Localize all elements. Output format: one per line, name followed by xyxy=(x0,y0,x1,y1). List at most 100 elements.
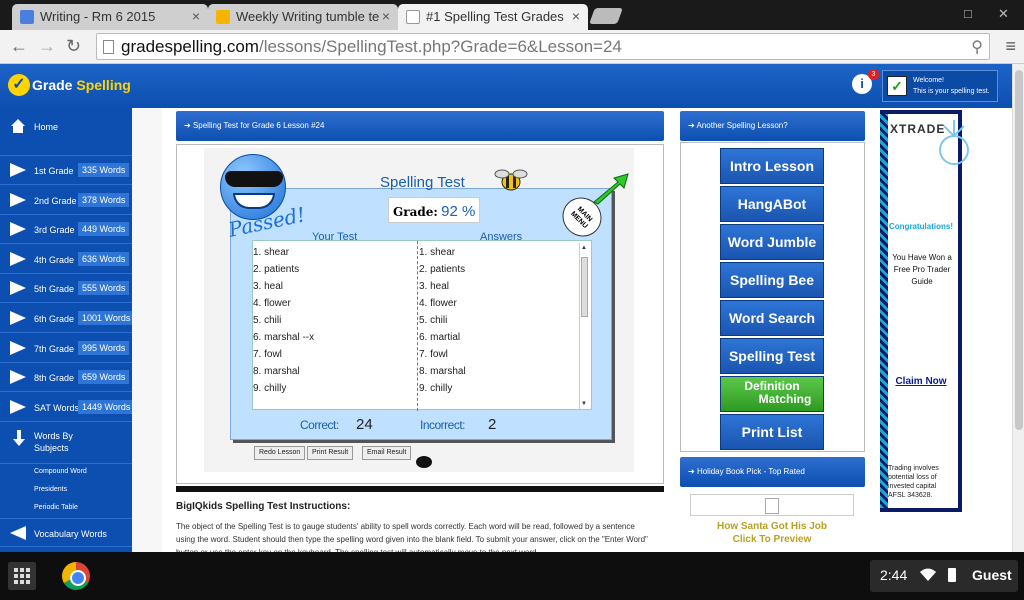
sidebar-item-sat[interactable]: SAT Words 1449 Words xyxy=(0,393,135,422)
book-link[interactable]: How Santa Got His Job Click To Preview xyxy=(690,520,854,546)
list-item: 7. fowl xyxy=(419,349,448,360)
sidebar-subitem-presidents[interactable]: Presidents xyxy=(34,486,67,493)
arrow-icon xyxy=(10,311,26,325)
arrow-left-icon xyxy=(10,526,26,540)
sidebar-item-grade-5[interactable]: 5th Grade 555 Words xyxy=(0,274,132,303)
ad-disclaimer: Trading involves potential loss of inves… xyxy=(888,465,939,499)
spelling-test-button[interactable]: Spelling Test xyxy=(720,338,824,374)
arrow-icon xyxy=(10,252,26,266)
sidebar-item-home[interactable]: Home xyxy=(0,108,132,156)
arrow-icon xyxy=(10,400,26,414)
sidebar-item-words-by-subjects[interactable]: Words By Subjects xyxy=(0,422,132,464)
os-shelf: 2:44 Guest xyxy=(0,552,1024,600)
list-item: 6. marshal --x xyxy=(253,332,315,343)
ad-congrats: Congratulations! xyxy=(889,222,953,231)
correct-value: 24 xyxy=(356,416,373,433)
close-icon[interactable]: × xyxy=(572,8,580,24)
forward-icon[interactable]: → xyxy=(38,36,56,57)
grade-box: Grade: 92 % xyxy=(388,197,480,223)
list-item: 5. chili xyxy=(253,315,282,326)
email-result-button[interactable]: Email Result xyxy=(362,446,412,460)
sidebar-item-grade-7[interactable]: 7th Grade 995 Words xyxy=(0,334,132,363)
tab-strip: Writing - Rm 6 2015 × Weekly Writing tum… xyxy=(0,0,1024,30)
list-item: 3. heal xyxy=(419,281,450,292)
address-bar[interactable]: gradespelling.com/lessons/SpellingTest.p… xyxy=(96,33,990,60)
instructions-title: BigIQkids Spelling Test Instructions: xyxy=(176,501,351,512)
sidebar-subitem-compound[interactable]: Compound Word xyxy=(34,468,87,475)
arrow-down-icon xyxy=(13,430,25,446)
sidebar-item-grade-8[interactable]: 8th Grade 659 Words xyxy=(0,363,132,392)
list-scrollbar[interactable]: ▲ ▼ xyxy=(579,243,589,409)
close-icon[interactable]: × xyxy=(192,8,200,24)
list-item: 5. chili xyxy=(419,315,448,326)
chrome-icon[interactable] xyxy=(62,562,90,590)
ad-graphic xyxy=(939,120,969,165)
status-tray[interactable]: 2:44 Guest xyxy=(870,560,1018,592)
sidebar-item-grade-1[interactable]: 1st Grade 335 Words xyxy=(0,156,132,185)
battery-icon xyxy=(948,568,956,582)
user-name: Guest xyxy=(972,567,1012,583)
redo-lesson-button[interactable]: Redo Lesson xyxy=(254,446,306,460)
book-image[interactable] xyxy=(690,494,854,516)
reload-icon[interactable]: ↻ xyxy=(66,36,81,57)
close-window-icon[interactable]: ✕ xyxy=(998,6,1009,22)
sidebar-item-vocabulary[interactable]: Vocabulary Words xyxy=(0,518,132,547)
ad-offer: You Have Won a Free Pro Trader Guide xyxy=(892,253,952,286)
hangabot-button[interactable]: HangABot xyxy=(720,186,824,222)
results-list[interactable]: 1. shear 2. patients 3. heal 4. flower 5… xyxy=(252,240,592,411)
zoom-icon[interactable]: ⚲ xyxy=(971,37,983,57)
list-item: 9. chilly xyxy=(419,383,453,394)
word-jumble-button[interactable]: Word Jumble xyxy=(720,224,824,260)
spelling-bee-button[interactable]: Spelling Bee xyxy=(720,262,824,298)
claim-now-link[interactable]: Claim Now xyxy=(884,376,958,387)
instructions-text: The object of the Spelling Test is to ga… xyxy=(176,522,648,552)
home-icon xyxy=(11,119,25,133)
tab-weekly-writing[interactable]: Weekly Writing tumble te × xyxy=(208,4,398,30)
sidebar: Home 1st Grade 335 Words 2nd Grade 378 Wor… xyxy=(0,108,135,552)
list-item: 1. shear xyxy=(253,247,290,258)
welcome-box: ✓ Welcome! This is your spelling test. xyxy=(882,70,998,102)
tab-spelling-test[interactable]: #1 Spelling Test Grades × xyxy=(398,4,588,30)
site-logo[interactable]: ✓ Grade Spelling xyxy=(8,72,138,100)
list-item: 1. shear xyxy=(419,247,456,258)
web-page: ✓ Grade Spelling i 3 ✓ Welcome! This is y… xyxy=(0,64,1012,552)
incorrect-label: Incorrect: xyxy=(420,418,466,432)
image-icon xyxy=(765,498,779,514)
correct-label: Correct: xyxy=(300,418,339,432)
list-item: 3. heal xyxy=(253,281,284,292)
sidebar-item-grade-3[interactable]: 3rd Grade 449 Words xyxy=(0,215,132,244)
right-panel-header: ➔ Another Spelling Lesson? xyxy=(680,111,865,141)
page-icon xyxy=(406,10,420,24)
close-icon[interactable]: × xyxy=(382,8,390,24)
app-launcher-icon[interactable] xyxy=(8,562,36,590)
book-pick-header: ➔ Holiday Book Pick - Top Rated xyxy=(680,457,865,487)
tab-writing-rm6[interactable]: Writing - Rm 6 2015 × xyxy=(12,4,208,30)
list-item: 4. flower xyxy=(419,298,457,309)
page-scrollbar[interactable] xyxy=(1012,64,1024,552)
advertisement[interactable]: XTRADE Congratulations! You Have Won a F… xyxy=(880,110,969,512)
browser-chrome: Writing - Rm 6 2015 × Weekly Writing tum… xyxy=(0,0,1024,64)
list-item: 9. chilly xyxy=(253,383,287,394)
print-list-button[interactable]: Print List xyxy=(720,414,824,450)
definition-matching-button[interactable]: Definition Matching xyxy=(720,376,824,412)
print-result-button[interactable]: Print Result xyxy=(307,446,354,460)
sidebar-item-grade-6[interactable]: 6th Grade 1001 Words xyxy=(0,304,135,333)
wifi-icon xyxy=(920,568,936,581)
arrow-icon xyxy=(10,341,26,355)
maximize-icon[interactable]: □ xyxy=(964,6,972,21)
test-title: Spelling Test xyxy=(380,174,465,191)
sidebar-item-grade-4[interactable]: 4th Grade 636 Words xyxy=(0,245,132,274)
sidebar-item-grade-2[interactable]: 2nd Grade 378 Words xyxy=(0,186,132,215)
intro-lesson-button[interactable]: Intro Lesson xyxy=(720,148,824,184)
list-item: 2. patients xyxy=(253,264,300,275)
list-item: 6. martial xyxy=(419,332,461,343)
docs-icon xyxy=(20,10,34,24)
sidebar-subitem-periodic[interactable]: Periodic Table xyxy=(34,504,78,511)
menu-icon[interactable]: ≡ xyxy=(1005,36,1016,57)
back-icon[interactable]: ← xyxy=(10,36,28,57)
new-tab-button[interactable] xyxy=(589,8,623,24)
dot xyxy=(416,456,432,468)
bee-icon xyxy=(494,169,528,191)
checkbox-icon: ✓ xyxy=(887,76,907,96)
word-search-button[interactable]: Word Search xyxy=(720,300,824,336)
